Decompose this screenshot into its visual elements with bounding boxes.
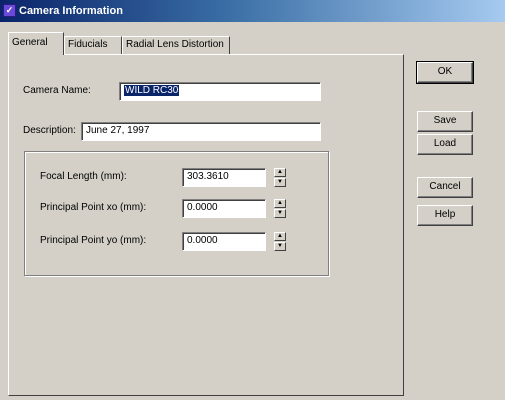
description-label: Description:	[23, 125, 76, 136]
principal-point-yo-label: Principal Point yo (mm):	[40, 235, 147, 246]
principal-point-yo-field[interactable]: 0.0000	[182, 232, 266, 251]
description-field[interactable]: June 27, 1997	[81, 122, 321, 141]
focal-length-spinner[interactable]: ▲ ▼	[274, 168, 286, 187]
save-button[interactable]: Save	[417, 111, 473, 132]
principal-point-yo-spinner[interactable]: ▲ ▼	[274, 232, 286, 251]
close-icon[interactable]	[496, 4, 502, 18]
camera-name-field[interactable]: WILD RC30	[119, 82, 321, 101]
principal-point-xo-label: Principal Point xo (mm):	[40, 202, 147, 213]
focal-length-label: Focal Length (mm):	[40, 171, 127, 182]
tab-fiducials[interactable]: Fiducials	[64, 36, 122, 54]
camera-parameters-group: Focal Length (mm): 303.3610 ▲ ▼ Principa…	[24, 151, 329, 276]
ok-button[interactable]: OK	[416, 61, 474, 84]
cancel-button[interactable]: Cancel	[417, 177, 473, 198]
spin-up-icon[interactable]: ▲	[274, 232, 286, 241]
camera-name-label: Camera Name:	[23, 85, 91, 96]
window-title: Camera Information	[19, 5, 123, 17]
general-tab-panel: Camera Name: WILD RC30 Description: June…	[8, 54, 404, 396]
spin-down-icon[interactable]: ▼	[274, 178, 286, 187]
spin-down-icon[interactable]: ▼	[274, 209, 286, 218]
principal-point-xo-spinner[interactable]: ▲ ▼	[274, 199, 286, 218]
focal-length-field[interactable]: 303.3610	[182, 168, 266, 187]
load-button[interactable]: Load	[417, 134, 473, 155]
help-button[interactable]: Help	[417, 205, 473, 226]
app-icon: ✓	[3, 4, 16, 17]
spin-up-icon[interactable]: ▲	[274, 168, 286, 177]
spin-up-icon[interactable]: ▲	[274, 199, 286, 208]
camera-name-value: WILD RC30	[124, 85, 180, 96]
tab-general[interactable]: General	[8, 32, 64, 55]
spin-down-icon[interactable]: ▼	[274, 242, 286, 251]
principal-point-xo-field[interactable]: 0.0000	[182, 199, 266, 218]
tab-radial-lens-distortion[interactable]: Radial Lens Distortion	[122, 36, 230, 54]
title-bar[interactable]: ✓ Camera Information	[0, 0, 505, 22]
